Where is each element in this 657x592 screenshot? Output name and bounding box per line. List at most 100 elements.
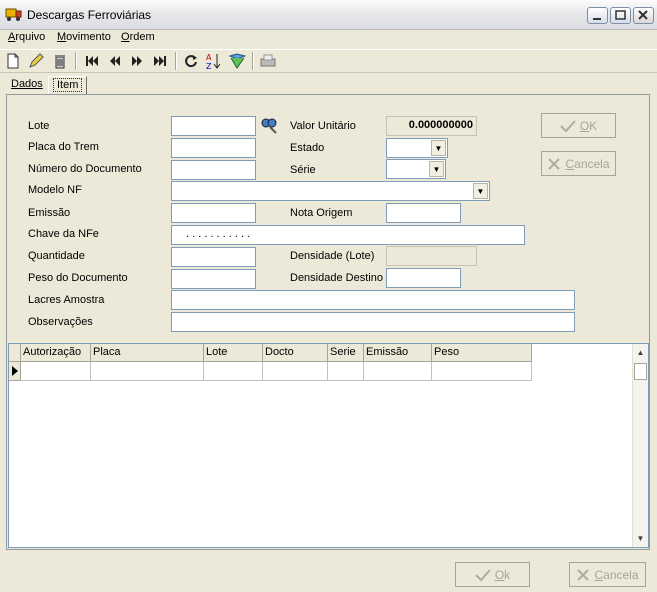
modelo-select[interactable]: ▼ — [171, 181, 490, 201]
menu-ordem[interactable]: Ordem — [121, 31, 155, 43]
quantidade-input[interactable] — [171, 247, 256, 267]
grid-cell[interactable] — [328, 362, 364, 381]
grid-cell[interactable] — [263, 362, 328, 381]
svg-text:A: A — [206, 53, 212, 62]
menu-movimento[interactable]: Movimento — [57, 31, 111, 43]
sort-button[interactable]: AZ — [204, 52, 222, 70]
mnemonic: C — [565, 156, 575, 171]
obs-label: Observações — [28, 316, 93, 328]
numdoc-input[interactable] — [171, 160, 256, 180]
toolbar-separator — [175, 52, 177, 70]
lacres-input[interactable] — [171, 290, 575, 310]
col-header-serie[interactable]: Serie — [328, 344, 364, 362]
col-header-placa[interactable]: Placa — [91, 344, 204, 362]
col-header-peso[interactable]: Peso — [432, 344, 532, 362]
peso-input[interactable] — [171, 269, 256, 289]
maximize-button[interactable] — [610, 7, 631, 24]
next-record-button[interactable] — [128, 52, 146, 70]
chevron-down-icon[interactable]: ▼ — [473, 183, 488, 199]
close-window-button[interactable] — [633, 7, 654, 24]
filter-button[interactable] — [228, 52, 246, 70]
filter-icon — [228, 52, 246, 69]
menu-label: rquivo — [15, 31, 46, 43]
grid-cell[interactable] — [91, 362, 204, 381]
menu-label: ovimento — [66, 31, 111, 43]
last-record-button[interactable] — [151, 52, 169, 70]
scroll-up-icon[interactable]: ▲ — [633, 344, 648, 360]
first-record-icon — [86, 56, 98, 66]
col-header-autorizacao[interactable]: Autorização — [21, 344, 91, 362]
lacres-label: Lacres Amostra — [28, 294, 105, 306]
estado-select[interactable]: ▼ — [386, 138, 448, 158]
dens-lote-label: Densidade (Lote) — [290, 250, 375, 262]
tab-dados[interactable]: Dados — [7, 76, 47, 94]
check-icon — [560, 119, 576, 132]
current-row-arrow-icon — [11, 366, 18, 376]
new-button[interactable] — [4, 52, 22, 70]
label-rest: ancela — [603, 567, 639, 582]
numdoc-label: Número do Documento — [28, 163, 142, 175]
dens-destino-input[interactable] — [386, 268, 461, 288]
lote-label: Lote — [28, 120, 50, 132]
svg-text:Z: Z — [206, 62, 212, 70]
print-button[interactable] — [259, 52, 277, 70]
cancel-x-icon — [548, 157, 561, 170]
toolbar-separator — [75, 52, 77, 70]
first-record-button[interactable] — [83, 52, 101, 70]
emissao-input[interactable] — [171, 203, 256, 223]
label-rest: K — [589, 118, 598, 133]
ok-button[interactable]: Ok — [455, 562, 530, 587]
grid-vertical-scrollbar[interactable]: ▲ ▼ — [632, 344, 648, 547]
nota-origem-input[interactable] — [386, 203, 461, 223]
maximize-icon — [615, 10, 626, 20]
minimize-button[interactable] — [587, 7, 608, 24]
col-header-emissao[interactable]: Emissão — [364, 344, 432, 362]
refresh-icon — [185, 55, 197, 68]
obs-input[interactable] — [171, 312, 575, 332]
grid-cell[interactable] — [21, 362, 91, 381]
valor-label: Valor Unitário — [290, 120, 356, 132]
grid-cell[interactable] — [432, 362, 532, 381]
minimize-icon — [593, 18, 601, 20]
menu-label: rdem — [129, 31, 155, 43]
quantidade-label: Quantidade — [28, 250, 85, 262]
col-header-lote[interactable]: Lote — [204, 344, 263, 362]
col-header-docto[interactable]: Docto — [263, 344, 328, 362]
menu-mnemonic: M — [57, 31, 67, 43]
prev-record-icon — [110, 56, 120, 66]
serie-select[interactable]: ▼ — [386, 159, 446, 179]
modelo-label: Modelo NF — [28, 184, 82, 196]
toolbar-separator — [252, 52, 254, 70]
refresh-button[interactable] — [182, 52, 200, 70]
delete-button[interactable] — [51, 52, 69, 70]
grid-cell[interactable] — [204, 362, 263, 381]
close-icon — [638, 10, 648, 20]
window-title: Descargas Ferroviárias — [27, 8, 152, 22]
scroll-down-icon[interactable]: ▼ — [633, 530, 648, 546]
chevron-down-icon[interactable]: ▼ — [429, 161, 444, 177]
dens-lote-value — [386, 246, 477, 266]
mnemonic: C — [594, 567, 604, 582]
edit-button[interactable] — [27, 52, 45, 70]
scroll-thumb[interactable] — [634, 363, 647, 380]
tab-label: Dados — [11, 78, 43, 90]
row-indicator — [9, 362, 21, 381]
search-binoculars-icon — [261, 118, 277, 134]
estado-label: Estado — [290, 142, 325, 154]
peso-label: Peso do Documento — [28, 272, 128, 284]
ok-label: OK — [580, 119, 597, 133]
search-lote-button[interactable] — [261, 117, 278, 134]
cancel-button[interactable]: Cancela — [569, 562, 646, 587]
item-cancel-button[interactable]: Cancela — [541, 151, 616, 176]
tab-item[interactable]: Item — [48, 76, 88, 94]
chave-nfe-input[interactable]: . . . . . . . . . . . — [171, 225, 525, 245]
item-ok-button[interactable]: OK — [541, 113, 616, 138]
grid-cell[interactable] — [364, 362, 432, 381]
dens-destino-label: Densidade Destino — [290, 272, 383, 284]
placa-input[interactable] — [171, 138, 256, 158]
prev-record-button[interactable] — [106, 52, 124, 70]
lote-input[interactable] — [171, 116, 256, 136]
chevron-down-icon[interactable]: ▼ — [431, 140, 446, 156]
placa-label: Placa do Trem — [28, 141, 99, 153]
menu-arquivo[interactable]: Arquivo — [8, 31, 45, 43]
